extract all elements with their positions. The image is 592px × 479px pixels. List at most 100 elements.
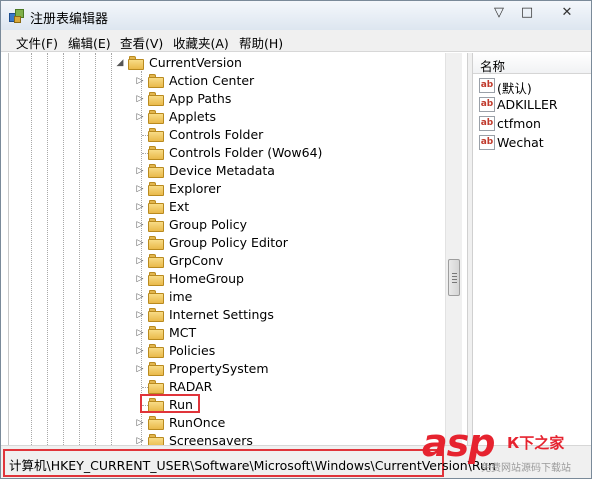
expand-arrow-icon[interactable]: ▷ xyxy=(135,93,145,105)
expand-arrow-icon[interactable]: ▷ xyxy=(135,417,145,429)
tree-node[interactable]: ▷ App Paths xyxy=(9,90,449,108)
tree-node-label: Group Policy Editor xyxy=(169,235,288,250)
tree-vertical-scrollbar[interactable] xyxy=(445,53,462,445)
folder-icon xyxy=(148,272,164,286)
expand-arrow-icon[interactable]: ▷ xyxy=(135,327,145,339)
expand-arrow-icon[interactable]: ▷ xyxy=(135,237,145,249)
tree-node-label: App Paths xyxy=(169,91,232,106)
folder-icon xyxy=(148,164,164,178)
column-header-name[interactable]: 名称 xyxy=(473,53,591,74)
folder-icon xyxy=(148,326,164,340)
tree-node[interactable]: ▷ Device Metadata xyxy=(9,162,449,180)
folder-icon xyxy=(148,110,164,124)
tree-node-currentversion[interactable]: ◢ CurrentVersion xyxy=(9,54,449,72)
folder-icon xyxy=(148,92,164,106)
scrollbar-thumb[interactable] xyxy=(448,259,460,296)
expand-arrow-icon[interactable]: ▷ xyxy=(135,255,145,267)
folder-icon xyxy=(148,362,164,376)
tree-node-label: RunOnce xyxy=(169,415,226,430)
folder-icon xyxy=(148,290,164,304)
column-header-label: 名称 xyxy=(480,59,506,74)
menu-view[interactable]: 查看(V) xyxy=(120,33,163,52)
tree-node-label: MCT xyxy=(169,325,197,340)
string-value-icon: ab xyxy=(479,78,495,93)
string-value-icon: ab xyxy=(479,116,495,131)
value-name: ADKILLER xyxy=(497,97,558,112)
tree-node-label: Explorer xyxy=(169,181,222,196)
watermark-subtitle: 免费网站源码下载站 xyxy=(481,463,571,474)
tree-node[interactable]: ▷ Explorer xyxy=(9,180,449,198)
collapse-arrow-icon[interactable]: ◢ xyxy=(115,57,125,69)
tree-node[interactable]: Run xyxy=(9,396,449,414)
tree-node[interactable]: ▷ Action Center xyxy=(9,72,449,90)
folder-icon xyxy=(148,218,164,232)
window-title: 注册表编辑器 xyxy=(30,12,109,27)
folder-open-icon xyxy=(128,56,144,70)
tree-node-label: HomeGroup xyxy=(169,271,244,286)
key-tree[interactable]: ◢ CurrentVersion ▷ Action Center ▷ App Path… xyxy=(8,53,467,445)
watermark-logo-cn: К下之家 xyxy=(507,434,565,452)
values-list[interactable]: 名称 ab (默认) ab ADKILLER ab ctfmon ab Wechat xyxy=(473,53,591,445)
value-row[interactable]: ab Wechat xyxy=(479,134,589,152)
expand-arrow-icon[interactable]: ▷ xyxy=(135,435,145,445)
expand-arrow-icon[interactable]: ▷ xyxy=(135,219,145,231)
folder-icon xyxy=(148,74,164,88)
tree-node-label: Policies xyxy=(169,343,216,358)
selected-key-highlight xyxy=(140,394,200,413)
value-row[interactable]: ab (默认) xyxy=(479,77,589,96)
tree-node-label: Controls Folder xyxy=(169,127,264,142)
tree-node-label: Internet Settings xyxy=(169,307,274,322)
expand-arrow-icon[interactable]: ▷ xyxy=(135,291,145,303)
expand-arrow-icon[interactable]: ▷ xyxy=(135,183,145,195)
title-bar[interactable]: 注册表编辑器 ▽ □ ✕ xyxy=(1,1,591,30)
tree-node[interactable]: Controls Folder (Wow64) xyxy=(9,144,449,162)
tree-node-label: Group Policy xyxy=(169,217,247,232)
menu-file[interactable]: 文件(F) xyxy=(16,33,58,52)
value-row[interactable]: ab ctfmon xyxy=(479,115,589,133)
expand-arrow-icon[interactable]: ▷ xyxy=(135,363,145,375)
maximize-button[interactable]: □ xyxy=(513,4,541,22)
tree-node-label: RADAR xyxy=(169,379,213,394)
expand-arrow-icon[interactable]: ▷ xyxy=(135,165,145,177)
tree-node[interactable]: ▷ RunOnce xyxy=(9,414,449,432)
tree-node[interactable]: ▷ Ext xyxy=(9,198,449,216)
value-name: ctfmon xyxy=(497,116,541,131)
folder-icon xyxy=(148,416,164,430)
tree-node[interactable]: ▷ ime xyxy=(9,288,449,306)
tree-node-label: Screensavers xyxy=(169,433,253,445)
tree-node[interactable]: ▷ Group Policy xyxy=(9,216,449,234)
tree-node[interactable]: ▷ MCT xyxy=(9,324,449,342)
tree-node[interactable]: Controls Folder xyxy=(9,126,449,144)
expand-arrow-icon[interactable]: ▷ xyxy=(135,201,145,213)
tree-node-label: GrpConv xyxy=(169,253,224,268)
menu-edit[interactable]: 编辑(E) xyxy=(68,33,111,52)
expand-arrow-icon[interactable]: ▷ xyxy=(135,273,145,285)
tree-node-label: ime xyxy=(169,289,193,304)
tree-node[interactable]: ▷ Policies xyxy=(9,342,449,360)
folder-icon xyxy=(148,200,164,214)
expand-arrow-icon[interactable]: ▷ xyxy=(135,75,145,87)
expand-arrow-icon[interactable]: ▷ xyxy=(135,111,145,123)
value-row[interactable]: ab ADKILLER xyxy=(479,96,589,114)
tree-node[interactable]: ▷ Applets xyxy=(9,108,449,126)
value-name: (默认) xyxy=(497,81,532,96)
expand-arrow-icon[interactable]: ▷ xyxy=(135,345,145,357)
tree-node[interactable]: ▷ PropertySystem xyxy=(9,360,449,378)
menu-help[interactable]: 帮助(H) xyxy=(239,33,283,52)
tree-node[interactable]: ▷ Internet Settings xyxy=(9,306,449,324)
tree-node[interactable]: ▷ HomeGroup xyxy=(9,270,449,288)
minimize-button[interactable]: ▽ xyxy=(485,4,513,22)
close-button[interactable]: ✕ xyxy=(553,4,581,22)
tree-node[interactable]: ▷ GrpConv xyxy=(9,252,449,270)
tree-node[interactable]: ▷ Screensavers xyxy=(9,432,449,445)
registry-editor-icon xyxy=(9,8,25,24)
menu-bar: 文件(F) 编辑(E) 查看(V) 收藏夹(A) 帮助(H) xyxy=(1,30,591,52)
tree-node-label: CurrentVersion xyxy=(149,55,242,70)
tree-node-label: Applets xyxy=(169,109,216,124)
menu-favorites[interactable]: 收藏夹(A) xyxy=(173,33,229,52)
expand-arrow-icon[interactable]: ▷ xyxy=(135,309,145,321)
tree-node[interactable]: ▷ Group Policy Editor xyxy=(9,234,449,252)
tree-node[interactable]: RADAR xyxy=(9,378,449,396)
string-value-icon: ab xyxy=(479,97,495,112)
tree-node-label: PropertySystem xyxy=(169,361,269,376)
